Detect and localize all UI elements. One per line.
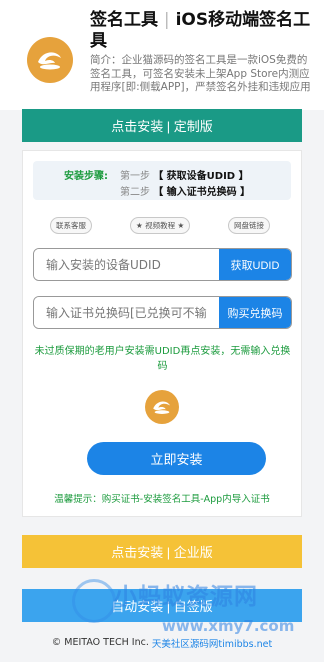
redeem-input-group: 购买兑换码 — [33, 296, 292, 329]
swirl-logo-icon — [38, 52, 61, 70]
step-2-text: 【 输入证书兑换码 】 — [153, 187, 251, 198]
buy-code-button[interactable]: 购买兑换码 — [219, 297, 291, 328]
title-separator: | — [163, 10, 170, 30]
auto-install-button[interactable]: 自动安装 | 自签版 — [22, 589, 302, 622]
footer: © MEITAO TECH Inc. 天美社区源码网timibbs.net — [0, 623, 324, 662]
support-link[interactable]: 联系客服 — [50, 217, 92, 234]
custom-install-button[interactable]: 点击安装 | 定制版 — [22, 109, 302, 142]
step-2: 第二步 【 输入证书兑换码 】 — [120, 183, 250, 198]
install-steps: 安装步骤: 第一步 【 获取设备UDID 】 第二步 【 输入证书兑换码 】 — [33, 161, 291, 200]
mini-logo — [145, 390, 179, 424]
title-main: 签名工具 — [90, 10, 158, 30]
step-1: 第一步 【 获取设备UDID 】 — [120, 167, 249, 182]
footer-link[interactable]: 天美社区源码网timibbs.net — [152, 636, 272, 650]
step-1-text: 【 获取设备UDID 】 — [153, 171, 249, 182]
udid-input[interactable] — [34, 249, 221, 280]
copyright-text: © MEITAO TECH Inc. — [51, 637, 149, 648]
get-udid-button[interactable]: 获取UDID — [219, 249, 291, 280]
notice-text: 未过质保期的老用户安装需UDID再点安装，无需输入兑换码 — [34, 346, 291, 372]
video-tutorial-link[interactable]: ★ 视频教程 ★ — [130, 217, 191, 234]
tip-text: 温馨提示：购买证书-安装签名工具-App内导入证书 — [54, 494, 270, 505]
step-1-number: 第一步 — [120, 171, 150, 182]
swirl-logo-icon — [153, 401, 171, 414]
install-card: 安装步骤: 第一步 【 获取设备UDID 】 第二步 【 输入证书兑换码 】 联… — [22, 150, 302, 517]
steps-title: 安装步骤: — [64, 171, 108, 182]
redeem-code-input[interactable] — [34, 297, 221, 328]
enterprise-install-button[interactable]: 点击安装 | 企业版 — [22, 535, 302, 568]
app-logo — [27, 37, 73, 83]
netdisk-link[interactable]: 网盘链接 — [228, 217, 270, 234]
install-now-button[interactable]: 立即安装 — [87, 442, 266, 475]
step-2-number: 第二步 — [120, 187, 150, 198]
udid-input-group: 获取UDID — [33, 248, 292, 281]
app-description: 简介：企业猫源码的签名工具是一款iOS免费的签名工具，可签名安装未上架App S… — [90, 54, 311, 93]
app-header: 签名工具 | iOS移动端签名工具 简介：企业猫源码的签名工具是一款iOS免费的… — [0, 0, 324, 110]
app-title: 签名工具 | iOS移动端签名工具 — [90, 10, 316, 52]
